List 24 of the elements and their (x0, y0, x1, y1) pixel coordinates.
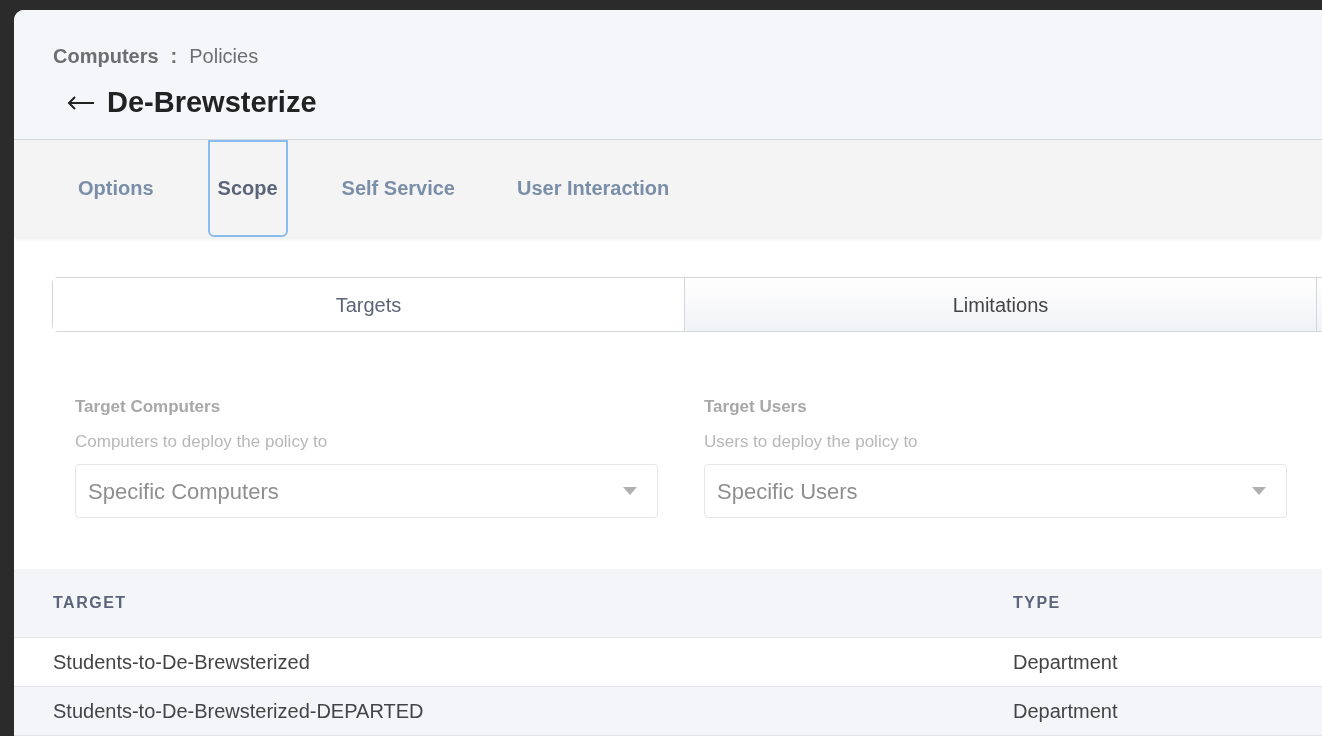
field-description: Computers to deploy the policy to (75, 430, 329, 453)
tab[interactable]: Scope (207, 139, 288, 237)
field-label: Target Users (704, 396, 808, 418)
segment-tab[interactable]: Targets (53, 278, 685, 331)
breadcrumb-current: Policies (189, 44, 259, 69)
table-cell-text: Students-to-De-Brewsterized-DEPARTED (53, 699, 425, 724)
column-header: TARGET (53, 593, 128, 613)
dropdown-caret-icon (623, 487, 637, 495)
back-arrow-icon (67, 95, 95, 110)
column-header: TYPE (1013, 593, 1062, 613)
field-label: Target Computers (75, 396, 222, 418)
table-row[interactable]: Students-to-De-Brewsterized-DEPARTED Department (14, 687, 1322, 736)
breadcrumb-separator: : (170, 44, 178, 69)
breadcrumb-link[interactable]: Computers (53, 41, 159, 71)
page-title: De-Brewsterize (107, 85, 317, 120)
table-cell-text: Students-to-De-Brewsterized (53, 650, 311, 675)
dropdown-caret-icon (1252, 487, 1266, 495)
tab[interactable]: User Interaction (493, 139, 694, 237)
table-cell-text: Department (1013, 650, 1119, 675)
tab[interactable]: Self Service (317, 139, 479, 237)
tab[interactable]: Options (54, 139, 178, 237)
segment-tab[interactable]: Limitations (685, 278, 1317, 331)
table-cell-text: Department (1013, 699, 1119, 724)
field-description: Users to deploy the policy to (704, 430, 919, 453)
